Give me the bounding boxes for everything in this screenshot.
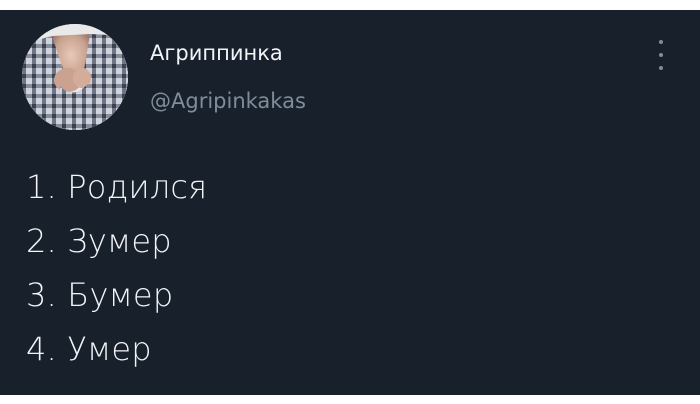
more-dot	[659, 66, 663, 70]
tweet-text: 1. Родился 2. Зумер 3. Бумер 4. Умер	[26, 160, 207, 376]
more-dot	[659, 40, 663, 44]
author-display-name[interactable]: Агриппинка	[150, 40, 283, 66]
tweet-line: 4. Умер	[26, 330, 152, 368]
avatar-photo-icon	[22, 24, 128, 130]
more-dot	[659, 53, 663, 57]
tweet-line: 1. Родился	[26, 168, 208, 206]
more-options-icon[interactable]	[650, 38, 672, 72]
tweet-card: Агриппинка @Agripinkakas 1. Родился 2. З…	[0, 10, 700, 395]
tweet-line: 3. Бумер	[26, 276, 174, 314]
avatar[interactable]	[22, 24, 128, 130]
author-handle[interactable]: @Agripinkakas	[150, 88, 306, 114]
tweet-line: 2. Зумер	[26, 222, 172, 260]
